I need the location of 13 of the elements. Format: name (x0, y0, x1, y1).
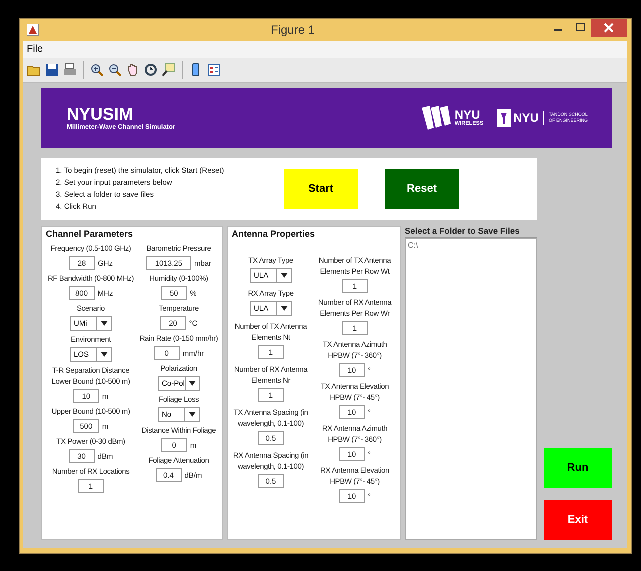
window-title: Figure 1 (270, 23, 316, 37)
banner-title: NYUSIM (67, 106, 134, 124)
panel-title: Channel Parameters (46, 229, 134, 239)
folder-list[interactable]: C:\ (405, 238, 537, 540)
logo-text: NYU (514, 111, 544, 125)
reset-button[interactable]: Reset (385, 169, 459, 209)
menu-item[interactable]: File (27, 44, 44, 55)
folder-item[interactable]: C:\ (408, 241, 534, 250)
run-button[interactable]: Run (544, 448, 612, 488)
exit-button[interactable]: Exit (544, 500, 612, 540)
panel-title: Antenna Properties (232, 229, 316, 239)
start-button[interactable]: Start (284, 169, 358, 209)
logo-text: NYU (454, 109, 480, 121)
